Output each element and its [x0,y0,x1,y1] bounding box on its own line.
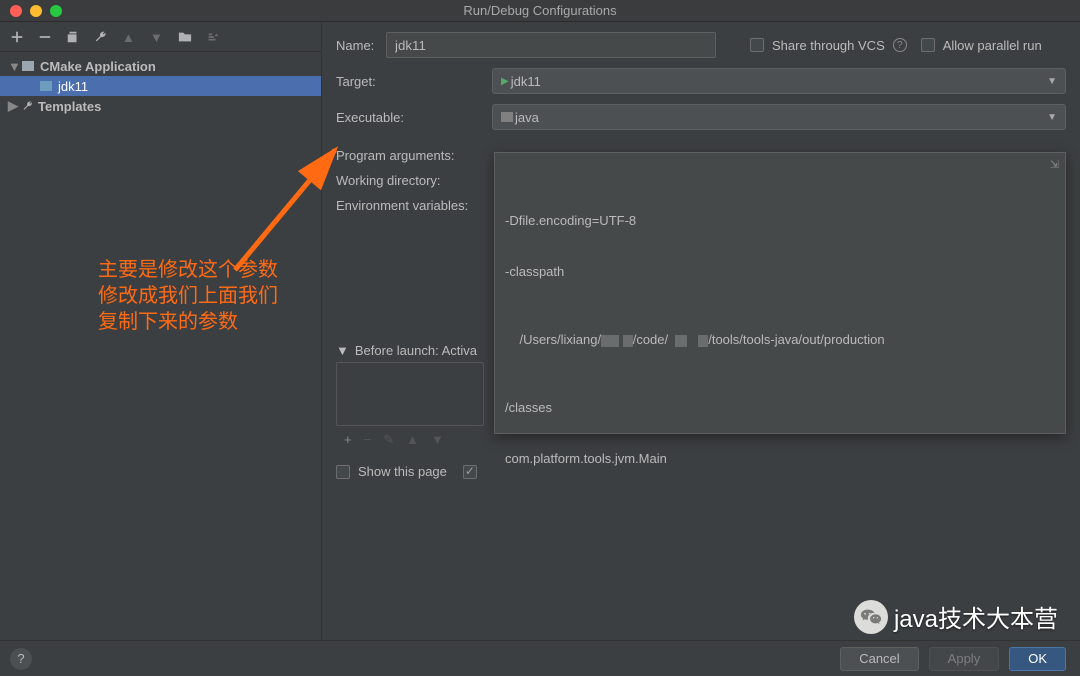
collapse-editor-icon[interactable]: ⇲ [1050,157,1059,174]
redacted [675,335,687,347]
wrench-icon [22,100,34,112]
config-icon [40,81,52,91]
wrench-icon[interactable] [94,30,108,44]
collapse-icon[interactable]: ▶ [8,98,18,114]
share-vcs-checkbox[interactable] [750,38,764,52]
edit-icon[interactable]: ✎ [383,432,394,448]
show-page-checkbox[interactable] [336,465,350,479]
executable-value: java [515,110,539,125]
arg-line: /code/ [633,332,668,347]
cancel-button[interactable]: Cancel [840,647,918,671]
redacted [601,335,619,347]
redacted [698,335,708,347]
ok-button[interactable]: OK [1009,647,1066,671]
env-vars-label: Environment variables: [336,198,492,213]
arg-line: -Dfile.encoding=UTF-8 [505,213,636,228]
exe-icon [501,112,513,122]
watermark: java技术大本营 [854,599,1058,634]
play-icon: ▶ [501,76,509,87]
up-icon[interactable]: ▲ [406,432,419,448]
arg-line: /classes [505,400,552,415]
annotation-text: 主要是修改这个参数 修改成我们上面我们 复制下来的参数 [98,257,278,335]
window-controls [0,5,62,17]
copy-icon[interactable] [66,30,80,44]
watermark-text: java技术大本营 [894,599,1058,634]
working-dir-label: Working directory: [336,173,492,188]
before-launch-label: Before launch: Activa [355,343,477,358]
redacted [623,335,633,347]
wechat-icon [854,600,888,634]
arg-line: /Users/lixiang/ [519,332,601,347]
name-input[interactable] [386,32,716,58]
allow-parallel-checkbox[interactable] [921,38,935,52]
executable-select[interactable]: java ▼ [492,104,1066,130]
minimize-window-icon[interactable] [30,5,42,17]
tree-item-jdk11[interactable]: jdk11 [0,76,321,96]
add-icon[interactable] [10,30,24,44]
tree-cmake-app[interactable]: ▼ CMake Application [0,56,321,76]
executable-label: Executable: [336,110,492,125]
config-tree: ▼ CMake Application jdk11 ▶ Templates [0,52,321,640]
sort-icon[interactable] [206,30,220,44]
before-launch-list[interactable] [336,362,484,426]
tree-templates[interactable]: ▶ Templates [0,96,321,116]
tree-label: jdk11 [58,79,88,94]
maximize-window-icon[interactable] [50,5,62,17]
program-args-label: Program arguments: [336,148,492,163]
remove-icon[interactable]: − [364,432,372,448]
arg-line: /tools/tools-java/out/production [708,332,884,347]
chevron-down-icon: ▼ [1047,112,1057,123]
show-page-label: Show this page [358,464,447,479]
down-icon[interactable]: ▼ [431,432,444,448]
close-window-icon[interactable] [10,5,22,17]
apply-button[interactable]: Apply [929,647,1000,671]
tree-label: CMake Application [40,59,156,74]
window-titlebar: Run/Debug Configurations [0,0,1080,22]
help-button[interactable]: ? [10,648,32,670]
help-icon[interactable]: ? [893,38,907,52]
sidebar-toolbar: ▲ ▼ [0,22,321,52]
target-select[interactable]: ▶ jdk11 ▼ [492,68,1066,94]
tree-label: Templates [38,99,101,114]
folder-icon[interactable] [178,30,192,44]
collapse-icon[interactable]: ▼ [336,343,349,358]
target-value: jdk11 [511,74,541,89]
dialog-buttons: ? Cancel Apply OK [0,640,1080,676]
add-icon[interactable]: + [344,432,352,448]
arg-line: -classpath [505,264,564,279]
share-vcs-label: Share through VCS [772,38,885,53]
down-icon[interactable]: ▼ [150,30,164,44]
activate-checkbox[interactable] [463,465,477,479]
cmake-icon [22,61,34,71]
remove-icon[interactable] [38,30,52,44]
allow-parallel-label: Allow parallel run [943,38,1042,53]
expand-icon[interactable]: ▼ [8,59,18,74]
arg-line: com.platform.tools.jvm.Main [505,451,667,466]
window-title: Run/Debug Configurations [463,3,616,18]
up-icon[interactable]: ▲ [122,30,136,44]
program-arguments-editor[interactable]: ⇲ -Dfile.encoding=UTF-8 -classpath /User… [494,152,1066,434]
name-label: Name: [336,38,386,53]
target-label: Target: [336,74,492,89]
chevron-down-icon: ▼ [1047,76,1057,87]
